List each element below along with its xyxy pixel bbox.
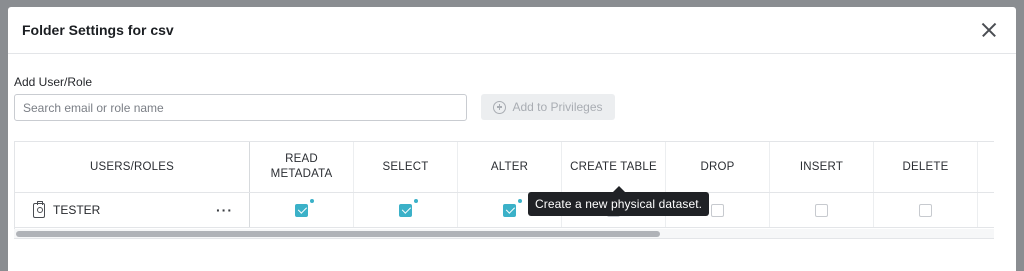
header-select: SELECT [354,142,458,192]
insert-checkbox[interactable] [815,203,828,217]
tooltip: Create a new physical dataset. [528,192,710,216]
grid-header-row: USERS/ROLES READ METADATA SELECT ALTER C… [15,142,994,193]
changed-indicator-dot [518,199,522,203]
modal-header: Folder Settings for csv [8,7,1016,54]
row-filler [978,193,994,227]
perm-read-metadata-cell [250,193,354,227]
privileges-grid: USERS/ROLES READ METADATA SELECT ALTER C… [14,141,994,239]
close-icon[interactable] [977,18,1001,42]
add-user-label: Add User/Role [14,75,93,89]
header-read-metadata-label: READ METADATA [270,153,333,180]
scrollbar-thumb[interactable] [16,231,660,237]
perm-delete-cell [874,193,978,227]
table-row: TESTER ··· [15,193,994,228]
changed-indicator-dot [414,199,418,203]
header-delete: DELETE [874,142,978,192]
search-input[interactable] [14,94,467,121]
horizontal-scrollbar[interactable] [14,229,994,238]
users-roles-header: USERS/ROLES [15,142,250,192]
read-metadata-checkbox[interactable] [295,203,308,217]
badge-icon [33,200,45,218]
plus-circle-icon [493,100,507,114]
header-read-metadata: READ METADATA [250,142,354,192]
alter-checkbox[interactable] [503,203,516,217]
add-to-privileges-label: Add to Privileges [512,100,603,114]
perm-select-cell [354,193,458,227]
perm-insert-cell [770,193,874,227]
user-info: TESTER [33,200,101,218]
modal-title: Folder Settings for csv [22,22,174,38]
add-to-privileges-button[interactable]: Add to Privileges [481,94,615,120]
header-drop: DROP [666,142,770,192]
user-cell: TESTER ··· [15,193,250,227]
changed-indicator-dot [310,199,314,203]
delete-checkbox[interactable] [919,203,932,217]
header-filler [978,142,994,192]
user-name: TESTER [53,203,101,217]
select-checkbox[interactable] [399,203,412,217]
header-insert: INSERT [770,142,874,192]
header-create-table: CREATE TABLE [562,142,666,192]
header-alter: ALTER [458,142,562,192]
more-options-icon[interactable]: ··· [216,202,233,218]
drop-checkbox[interactable] [711,203,724,217]
